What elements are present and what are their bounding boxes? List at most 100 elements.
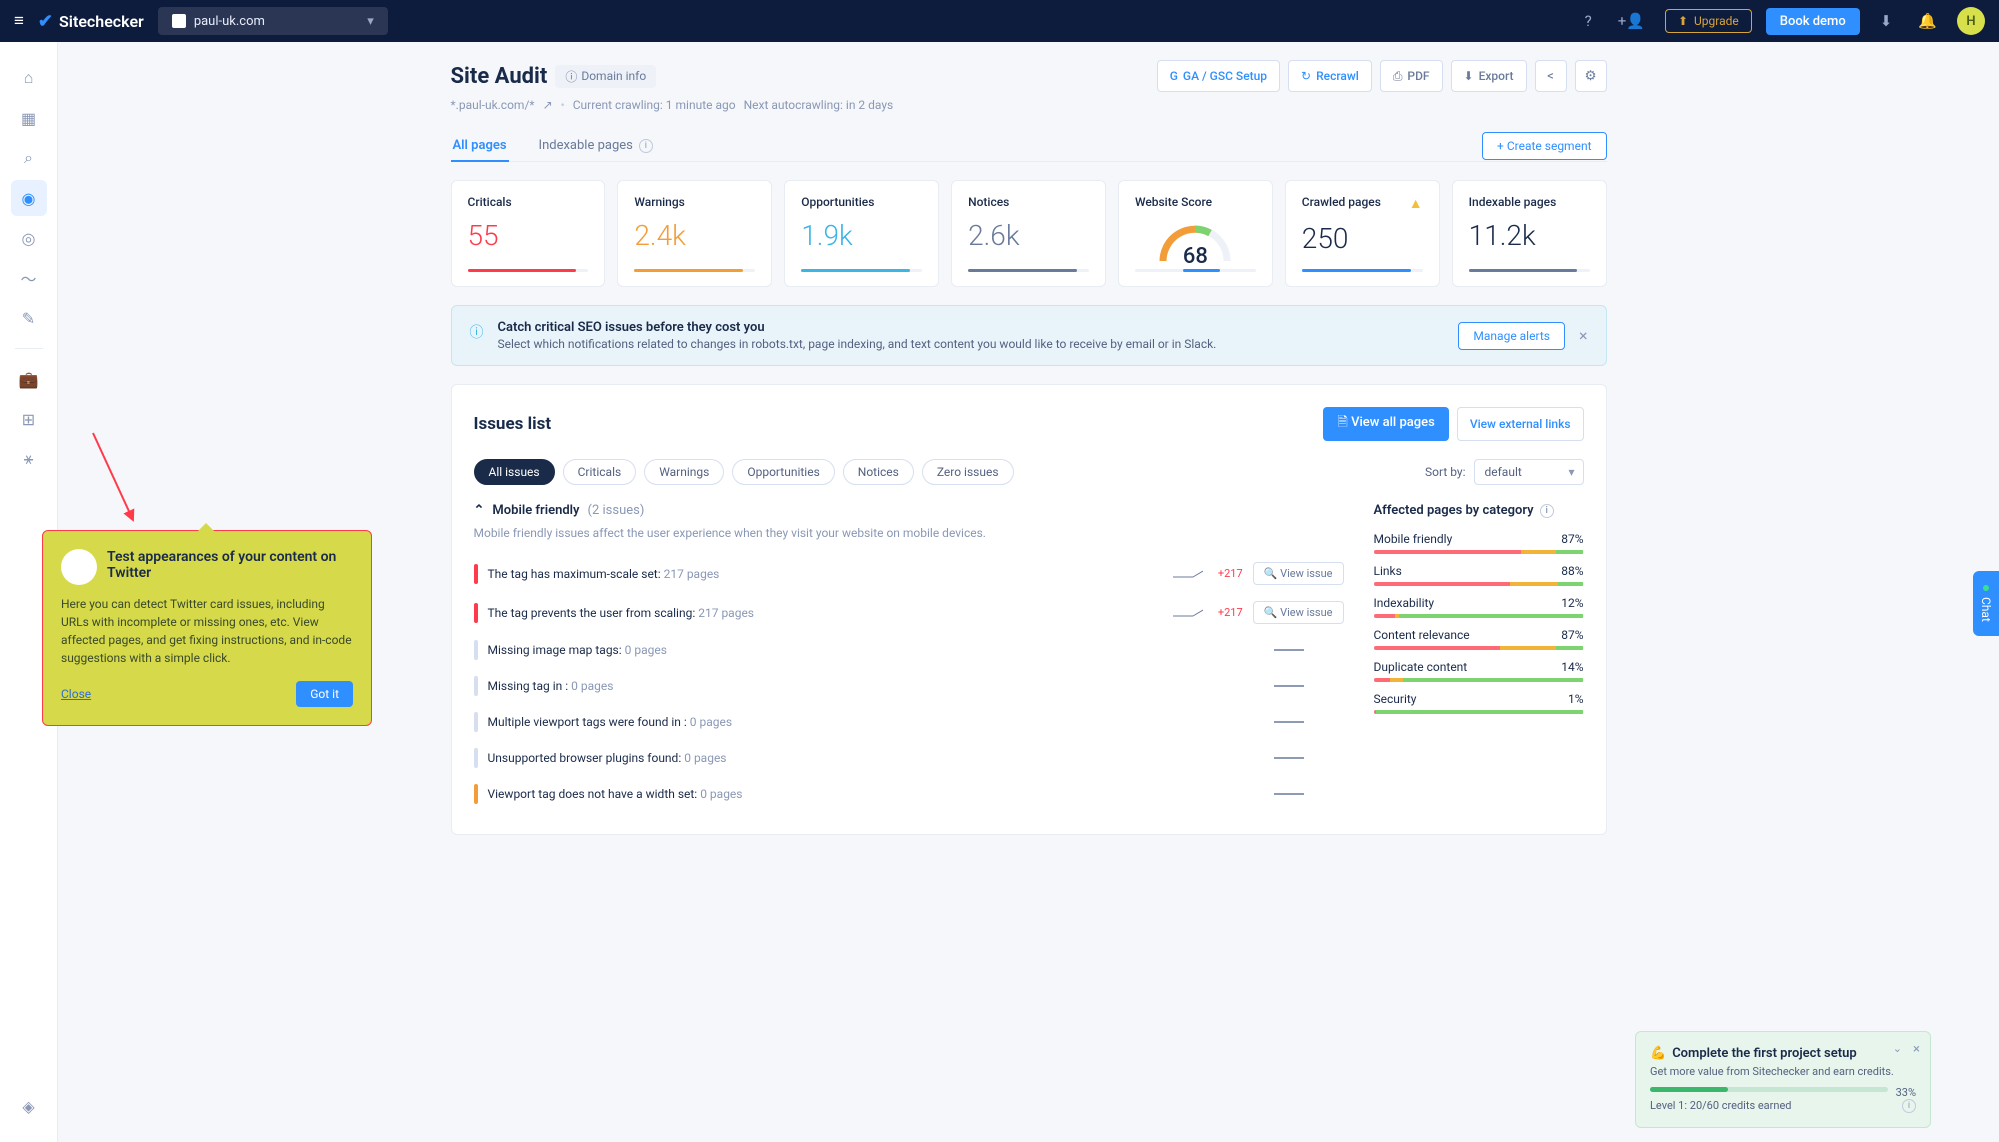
- tab-all-pages[interactable]: All pages: [451, 130, 509, 161]
- chevron-up-icon: ⌃: [474, 503, 485, 518]
- issue-row[interactable]: Missing image map tags: 0 pages: [474, 632, 1344, 668]
- chip-all[interactable]: All issues: [474, 459, 555, 485]
- issue-name: Multiple viewport tags were found in : 0…: [488, 715, 1264, 729]
- sort-select[interactable]: default: [1474, 459, 1584, 485]
- sparkline: [1274, 753, 1304, 763]
- help-icon[interactable]: ?: [1579, 12, 1598, 30]
- issue-row[interactable]: The tag prevents the user from scaling: …: [474, 593, 1344, 632]
- recrawl-button[interactable]: ↻ Recrawl: [1288, 60, 1372, 92]
- download-icon[interactable]: ⬇: [1874, 12, 1899, 30]
- domain-text: paul-uk.com: [194, 14, 265, 29]
- logo[interactable]: ✔Sitechecker: [38, 11, 144, 32]
- domain-selector[interactable]: paul-uk.com ▾: [158, 7, 388, 35]
- share-button[interactable]: <: [1535, 60, 1567, 92]
- sidebar-search-icon[interactable]: ⌕: [11, 140, 47, 176]
- book-demo-button[interactable]: Book demo: [1766, 8, 1860, 35]
- sparkline: [1274, 681, 1304, 691]
- alert-banner: ⓘ Catch critical SEO issues before they …: [451, 305, 1607, 366]
- info-icon: ⓘ: [470, 322, 484, 342]
- chip-opportunities[interactable]: Opportunities: [732, 459, 834, 485]
- chat-tab[interactable]: Chat: [1973, 571, 1999, 636]
- minimize-icon[interactable]: ⌄: [1893, 1042, 1902, 1055]
- view-issue-button[interactable]: 🔍 View issue: [1253, 601, 1344, 624]
- sidebar-dashboard-icon[interactable]: ▦: [11, 100, 47, 136]
- tip-gotit-button[interactable]: Got it: [296, 681, 353, 707]
- upgrade-button[interactable]: ⬆ Upgrade: [1665, 9, 1752, 33]
- sidebar-target-icon[interactable]: ◎: [11, 220, 47, 256]
- reminder-text: Get more value from Sitechecker and earn…: [1650, 1065, 1916, 1078]
- info-icon[interactable]: i: [1902, 1099, 1916, 1113]
- sidebar-settings-icon[interactable]: ◈: [11, 1088, 47, 1124]
- tab-indexable-pages[interactable]: Indexable pagesi: [537, 130, 655, 161]
- menu-icon[interactable]: ≡: [14, 11, 24, 31]
- sidebar-audit-icon[interactable]: ◉: [11, 180, 47, 216]
- category-row[interactable]: Mobile friendly87%: [1374, 532, 1584, 554]
- avatar[interactable]: H: [1957, 7, 1985, 35]
- close-icon[interactable]: ×: [1913, 1042, 1920, 1057]
- sidebar-share-icon[interactable]: ⚹: [11, 441, 47, 477]
- chip-zero[interactable]: Zero issues: [922, 459, 1014, 485]
- invite-icon[interactable]: +👤: [1612, 12, 1651, 30]
- warning-icon: ▲: [1409, 195, 1423, 212]
- sidebar-magic-icon[interactable]: ✎: [11, 300, 47, 336]
- settings-button[interactable]: ⚙: [1575, 60, 1607, 92]
- close-icon[interactable]: ×: [1579, 326, 1588, 345]
- issue-row[interactable]: The tag has maximum-scale set: 217 pages…: [474, 554, 1344, 593]
- issue-row[interactable]: Unsupported browser plugins found: 0 pag…: [474, 740, 1344, 776]
- chip-warnings[interactable]: Warnings: [644, 459, 724, 485]
- stat-crawled[interactable]: Crawled pages▲ 250: [1285, 180, 1440, 287]
- category-row[interactable]: Content relevance87%: [1374, 628, 1584, 650]
- categories-title: Affected pages by categoryi: [1374, 503, 1584, 518]
- reminder-level: Level 1: 20/60 credits earned: [1650, 1099, 1792, 1113]
- stat-indexable[interactable]: Indexable pages 11.2k: [1452, 180, 1607, 287]
- manage-alerts-button[interactable]: Manage alerts: [1458, 322, 1565, 350]
- issue-row[interactable]: Multiple viewport tags were found in : 0…: [474, 704, 1344, 740]
- crumb-site[interactable]: *.paul-uk.com/*: [451, 98, 535, 112]
- topbar: ≡ ✔Sitechecker paul-uk.com ▾ ? +👤 ⬆ Upgr…: [0, 0, 1999, 42]
- chip-notices[interactable]: Notices: [843, 459, 914, 485]
- view-all-pages-button[interactable]: 🗎 View all pages: [1323, 407, 1448, 441]
- category-row[interactable]: Indexability12%: [1374, 596, 1584, 618]
- favicon-icon: [172, 14, 186, 28]
- crawl-current: Current crawling: 1 minute ago: [573, 98, 736, 112]
- sidebar-trend-icon[interactable]: 〜: [11, 260, 47, 296]
- sidebar-apps-icon[interactable]: ⊞: [11, 401, 47, 437]
- create-segment-button[interactable]: + Create segment: [1482, 132, 1606, 160]
- tip-title: Test appearances of your content on Twit…: [107, 549, 353, 585]
- cat-bar: [1374, 614, 1584, 618]
- issues-title: Issues list: [474, 414, 552, 434]
- sidebar-home-icon[interactable]: ⌂: [11, 60, 47, 96]
- severity-indicator: [474, 564, 478, 584]
- stat-warnings[interactable]: Warnings 2.4k: [617, 180, 772, 287]
- cat-bar: [1374, 710, 1584, 714]
- bell-icon[interactable]: 🔔: [1912, 12, 1943, 30]
- domain-info-button[interactable]: ⓘ Domain info: [555, 65, 656, 88]
- crumbs: *.paul-uk.com/*↗ • Current crawling: 1 m…: [451, 98, 1607, 112]
- tip-close-link[interactable]: Close: [61, 687, 91, 701]
- stat-notices[interactable]: Notices 2.6k: [951, 180, 1106, 287]
- issue-row[interactable]: Viewport tag does not have a width set: …: [474, 776, 1344, 812]
- stat-opportunities[interactable]: Opportunities 1.9k: [784, 180, 939, 287]
- ga-setup-button[interactable]: GGA / GSC Setup: [1157, 60, 1280, 92]
- view-issue-button[interactable]: 🔍 View issue: [1253, 562, 1344, 585]
- cat-pct: 14%: [1561, 660, 1583, 674]
- chip-criticals[interactable]: Criticals: [563, 459, 637, 485]
- sparkline: [1274, 717, 1304, 727]
- view-external-links-button[interactable]: View external links: [1457, 407, 1584, 441]
- info-icon: i: [1540, 504, 1554, 518]
- export-button[interactable]: ⬇ Export: [1451, 60, 1527, 92]
- issue-name: The tag prevents the user from scaling: …: [488, 606, 1163, 620]
- categories-panel: Affected pages by categoryi Mobile frien…: [1374, 503, 1584, 812]
- stat-score[interactable]: Website Score 68: [1118, 180, 1273, 287]
- issue-name: Unsupported browser plugins found: 0 pag…: [488, 751, 1264, 765]
- pdf-button[interactable]: ⎙ PDF: [1380, 60, 1443, 92]
- issue-row[interactable]: Missing tag in : 0 pages: [474, 668, 1344, 704]
- group-mobile-friendly[interactable]: ⌃ Mobile friendly (2 issues): [474, 503, 1344, 518]
- sidebar-briefcase-icon[interactable]: 💼: [11, 361, 47, 397]
- crawl-next: Next autocrawling: in 2 days: [744, 98, 894, 112]
- issue-name: Missing image map tags: 0 pages: [488, 643, 1264, 657]
- stat-criticals[interactable]: Criticals 55: [451, 180, 606, 287]
- category-row[interactable]: Duplicate content14%: [1374, 660, 1584, 682]
- category-row[interactable]: Links88%: [1374, 564, 1584, 586]
- category-row[interactable]: Security1%: [1374, 692, 1584, 714]
